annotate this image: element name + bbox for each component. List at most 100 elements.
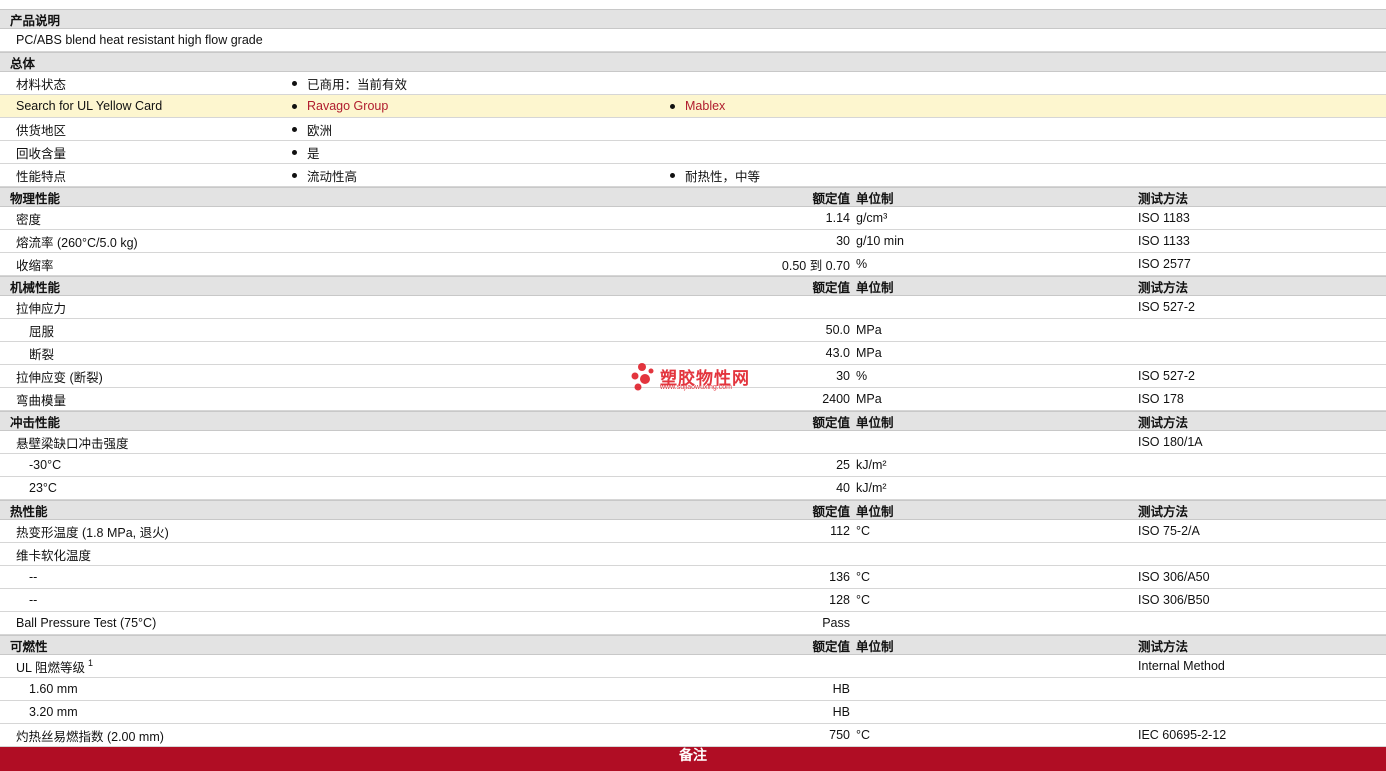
row-label: -- — [29, 593, 38, 607]
row-label: 收缩率 — [16, 258, 54, 273]
section-header: 总体 — [0, 52, 1386, 72]
bullet-item[interactable]: Mablex — [670, 95, 725, 117]
row-value: 112 — [830, 524, 850, 538]
watermark-url: www.sujiaowuxing.com — [660, 384, 732, 391]
table-row: 供货地区 欧洲 — [0, 118, 1386, 141]
test-column-header: 测试方法 — [1138, 415, 1189, 430]
value-column-header: 额定值 — [812, 639, 850, 654]
row-value: 25 — [836, 458, 850, 472]
row-unit: kJ/m² — [856, 481, 887, 495]
bullet-item: 已商用：当前有效 — [292, 72, 407, 94]
table-row: 性能特点 流动性高 耐热性，中等 — [0, 164, 1386, 187]
row-label: -30°C — [29, 458, 62, 472]
row-value: 50.0 — [825, 323, 850, 337]
row-test-method: ISO 178 — [1138, 392, 1184, 406]
row-test-method: ISO 75-2/A — [1138, 524, 1200, 538]
table-row: Search for UL Yellow Card Ravago Group Mab… — [0, 95, 1386, 118]
footnote-marker[interactable]: 1 — [88, 658, 93, 668]
row-value: Pass — [822, 616, 850, 630]
bullet-dot-icon — [292, 172, 297, 178]
row-value: HB — [832, 682, 850, 696]
bullet-dot-icon — [670, 103, 675, 109]
row-unit: g/cm³ — [856, 211, 888, 225]
bullet-dot-icon — [292, 126, 297, 132]
value-column-header: 额定值 — [812, 191, 850, 206]
row-label: 维卡软化温度 — [16, 548, 92, 563]
section-header: 可燃性 额定值 单位制 测试方法 — [0, 635, 1386, 655]
unit-column-header: 单位制 — [856, 639, 894, 654]
row-test-method: ISO 1183 — [1138, 211, 1190, 225]
bullet-item[interactable]: Ravago Group — [292, 95, 388, 117]
row-label: 灼热丝易燃指数 (2.00 mm) — [16, 729, 164, 744]
table-row: 屈服 50.0 MPa — [0, 319, 1386, 342]
row-label: 拉伸应力 — [16, 301, 67, 316]
row-unit: MPa — [856, 392, 882, 406]
row-value: 30 — [836, 234, 850, 248]
section-title: 总体 — [10, 56, 36, 71]
bullet-item: 是 — [292, 141, 320, 163]
row-label: Search for UL Yellow Card — [16, 99, 163, 113]
table-row: 3.20 mm HB — [0, 701, 1386, 724]
notes-footer-bar[interactable]: 备注 — [0, 747, 1386, 771]
row-label: 熔流率 (260°C/5.0 kg) — [16, 235, 138, 250]
row-value: 1.14 — [825, 211, 850, 225]
bullet-link[interactable]: Ravago Group — [307, 99, 388, 113]
table-row: 回收含量 是 — [0, 141, 1386, 164]
row-unit: °C — [856, 728, 871, 742]
table-row: 1.60 mm HB — [0, 678, 1386, 701]
row-label: 1.60 mm — [29, 682, 78, 696]
table-row: 拉伸应力 ISO 527-2 — [0, 296, 1386, 319]
bullet-text: 已商用：当前有效 — [307, 77, 408, 92]
row-label: UL 阻燃等级 1 — [16, 658, 94, 675]
row-value: 40 — [836, 481, 850, 495]
row-test-method: ISO 306/A50 — [1138, 570, 1210, 584]
section-title: 热性能 — [10, 504, 48, 519]
notes-footer-label: 备注 — [679, 747, 707, 763]
bullet-text: 耐热性，中等 — [685, 169, 761, 184]
table-row: 熔流率 (260°C/5.0 kg) 30 g/10 min ISO 1133 — [0, 230, 1386, 253]
row-test-method: ISO 2577 — [1138, 257, 1191, 271]
row-test-method: IEC 60695-2-12 — [1138, 728, 1227, 742]
section-header: 物理性能 额定值 单位制 测试方法 — [0, 187, 1386, 207]
row-unit: °C — [856, 524, 871, 538]
bullet-link[interactable]: Mablex — [685, 99, 725, 113]
watermark-logo: 塑胶物性网 www.sujiaowuxing.com — [630, 362, 770, 398]
table-row: Ball Pressure Test (75°C) Pass — [0, 612, 1386, 635]
row-label: Ball Pressure Test (75°C) — [16, 616, 157, 630]
row-label: 断裂 — [29, 347, 55, 362]
section-title: 机械性能 — [10, 280, 61, 295]
row-test-method: ISO 306/B50 — [1138, 593, 1210, 607]
table-row: 悬壁梁缺口冲击强度 ISO 180/1A — [0, 431, 1386, 454]
row-unit: MPa — [856, 323, 882, 337]
test-column-header: 测试方法 — [1138, 504, 1189, 519]
watermark-dots-icon — [631, 363, 654, 391]
row-unit: % — [856, 369, 868, 383]
section-header: 热性能 额定值 单位制 测试方法 — [0, 500, 1386, 520]
row-value: 128 — [829, 593, 850, 607]
test-column-header: 测试方法 — [1138, 191, 1189, 206]
row-label: 弯曲模量 — [16, 393, 67, 408]
row-label: PC/ABS blend heat resistant high flow gr… — [16, 33, 263, 47]
row-label: 热变形温度 (1.8 MPa, 退火) — [16, 525, 169, 540]
bullet-item: 欧洲 — [292, 118, 332, 140]
unit-column-header: 单位制 — [856, 191, 894, 206]
unit-column-header: 单位制 — [856, 280, 894, 295]
row-label: 密度 — [16, 212, 42, 227]
table-row: -30°C 25 kJ/m² — [0, 454, 1386, 477]
value-column-header: 额定值 — [812, 504, 850, 519]
table-row: 维卡软化温度 — [0, 543, 1386, 566]
row-label: 屈服 — [29, 324, 55, 339]
row-label: 3.20 mm — [29, 705, 78, 719]
table-row: 材料状态 已商用：当前有效 — [0, 72, 1386, 95]
table-row: 23°C 40 kJ/m² — [0, 477, 1386, 500]
section-header: 冲击性能 额定值 单位制 测试方法 — [0, 411, 1386, 431]
table-row: -- 136 °C ISO 306/A50 — [0, 566, 1386, 589]
row-label: 回收含量 — [16, 146, 67, 161]
row-value: 136 — [829, 570, 850, 584]
table-row: 收缩率 0.50 到 0.70% ISO 2577 — [0, 253, 1386, 276]
row-unit: °C — [856, 570, 871, 584]
row-label: 悬壁梁缺口冲击强度 — [16, 436, 129, 451]
row-value: HB — [832, 705, 850, 719]
bullet-dot-icon — [292, 149, 297, 155]
row-unit: °C — [856, 593, 871, 607]
